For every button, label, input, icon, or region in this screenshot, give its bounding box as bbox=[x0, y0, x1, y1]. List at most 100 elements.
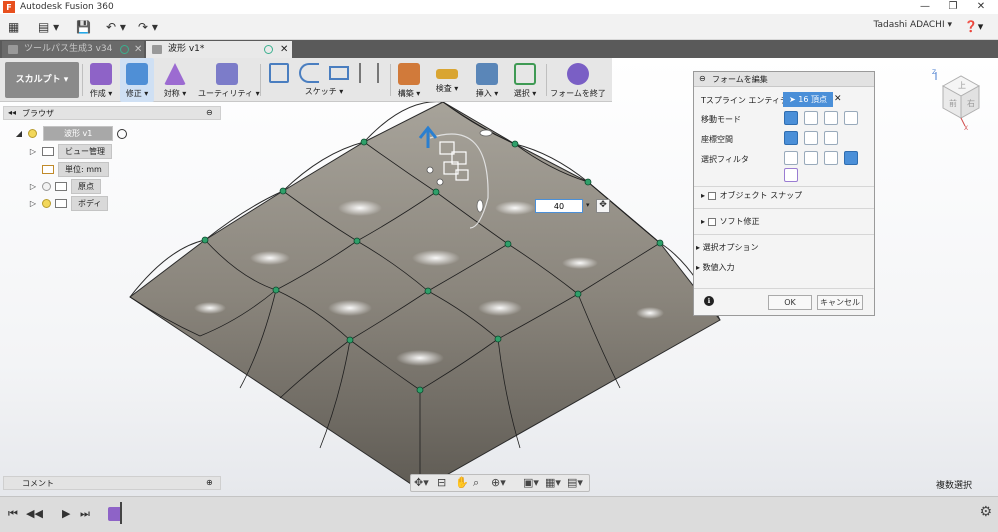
select-menu[interactable]: 選択 ▾ bbox=[508, 58, 542, 102]
file-menu-button[interactable]: ▤ ▾ bbox=[38, 18, 59, 36]
add-comment-icon[interactable]: ⊕ bbox=[206, 478, 213, 487]
visibility-bulb-icon[interactable] bbox=[28, 129, 37, 138]
collapse-triangle-icon[interactable]: ◢ bbox=[14, 129, 24, 138]
look-at-icon[interactable]: ⊟ bbox=[437, 476, 446, 489]
body-filter-icon[interactable] bbox=[784, 168, 798, 182]
expand-triangle-icon[interactable]: ▷ bbox=[28, 147, 38, 156]
insert-menu[interactable]: 挿入 ▾ bbox=[470, 58, 504, 102]
browser-panel-header[interactable]: ◂◂ ブラウザ ⊖ bbox=[3, 106, 221, 120]
save-icon[interactable]: 💾 bbox=[76, 18, 91, 36]
view-space-icon[interactable] bbox=[804, 131, 818, 145]
minimize-button[interactable]: — bbox=[910, 0, 940, 14]
construct-menu[interactable]: 構築 ▾ bbox=[392, 58, 426, 102]
move-mode-icon[interactable]: ✥ bbox=[596, 199, 610, 213]
ok-button[interactable]: OK bbox=[768, 295, 812, 310]
soft-modify-checkbox[interactable] bbox=[707, 217, 716, 226]
rectangle-icon[interactable] bbox=[329, 66, 349, 80]
minimize-browser-icon[interactable]: ⊖ bbox=[206, 108, 213, 117]
viewcube-top-label: 上 bbox=[958, 81, 966, 90]
tspline-selection-button[interactable]: ➤ 16 頂点 bbox=[783, 92, 833, 107]
multi-select-status: 複数選択 bbox=[935, 481, 972, 491]
edge-filter-icon[interactable] bbox=[804, 151, 818, 165]
translate-icon[interactable] bbox=[804, 111, 818, 125]
face-filter-icon[interactable] bbox=[824, 151, 838, 165]
surface-body[interactable] bbox=[129, 101, 721, 491]
multi-move-icon[interactable] bbox=[784, 111, 798, 125]
divider bbox=[694, 186, 874, 187]
clear-selection-button[interactable]: ✕ bbox=[834, 94, 842, 104]
arc-icon[interactable] bbox=[299, 63, 319, 83]
display-settings-icon[interactable]: ▣▾ bbox=[523, 476, 539, 489]
dialog-collapse-icon[interactable]: ⊖ bbox=[699, 74, 706, 83]
user-account-menu[interactable]: Tadashi ADACHI ▾ bbox=[873, 20, 952, 30]
browser-item-origin[interactable]: ▷ 原点 bbox=[28, 179, 101, 194]
timeline-marker[interactable] bbox=[120, 502, 122, 524]
restore-button[interactable]: ❐ bbox=[938, 0, 968, 14]
visibility-bulb-icon[interactable] bbox=[42, 199, 51, 208]
object-snap-checkbox[interactable] bbox=[707, 191, 716, 200]
create-menu[interactable]: 作成 ▾ bbox=[84, 58, 118, 102]
browser-item-units[interactable]: 単位: mm bbox=[38, 162, 109, 177]
create-sketch-icon[interactable] bbox=[269, 63, 289, 83]
grid-settings-icon[interactable]: ▦▾ bbox=[545, 476, 561, 489]
inspect-menu[interactable]: 検査 ▾ bbox=[430, 58, 464, 102]
expand-triangle-icon[interactable]: ▷ bbox=[28, 199, 38, 208]
help-button[interactable]: ❓▾ bbox=[964, 18, 990, 36]
viewcube[interactable]: 前 右 上 Z X bbox=[928, 68, 988, 132]
fit-icon[interactable]: ⊕▾ bbox=[491, 476, 506, 489]
modify-menu[interactable]: 修正 ▾ bbox=[120, 58, 154, 102]
local-space-icon[interactable] bbox=[824, 131, 838, 145]
undo-button[interactable]: ↶ ▾ bbox=[106, 18, 126, 36]
world-space-icon[interactable] bbox=[784, 131, 798, 145]
visibility-bulb-icon[interactable] bbox=[42, 182, 51, 191]
play-icon[interactable]: ▶ bbox=[62, 507, 70, 520]
selection-options-toggle[interactable]: ▸ 選択オプション bbox=[696, 242, 759, 253]
collapse-browser-icon[interactable]: ◂◂ bbox=[8, 108, 16, 117]
close-window-button[interactable]: ✕ bbox=[966, 0, 996, 14]
go-to-end-icon[interactable]: ⏭ bbox=[80, 507, 90, 521]
data-panel-grid-icon[interactable]: ▦ bbox=[8, 18, 19, 36]
browser-root[interactable]: ◢ 波形 v1 bbox=[14, 126, 128, 141]
dimension-icon[interactable] bbox=[359, 63, 379, 83]
browser-item-views[interactable]: ▷ ビュー管理 bbox=[28, 144, 112, 159]
viewports-icon[interactable]: ▤▾ bbox=[567, 476, 583, 489]
close-tab-button[interactable]: ✕ bbox=[134, 41, 142, 58]
go-to-start-icon[interactable]: ⏮ bbox=[8, 507, 18, 521]
folder-icon bbox=[42, 147, 54, 156]
close-tab-button[interactable]: ✕ bbox=[280, 41, 288, 58]
rotate-icon[interactable] bbox=[824, 111, 838, 125]
input-dropdown-icon[interactable]: ▾ bbox=[586, 201, 590, 209]
comments-panel[interactable]: コメント ⊕ bbox=[3, 476, 221, 490]
step-back-icon[interactable]: ◀◀ bbox=[26, 507, 43, 520]
pan-icon[interactable]: ✋ bbox=[455, 476, 469, 489]
activate-radio-icon[interactable] bbox=[117, 128, 128, 139]
expand-triangle-icon[interactable]: ▷ bbox=[28, 182, 38, 191]
finish-form-button[interactable]: フォームを終了 bbox=[548, 58, 608, 102]
soft-modify-toggle[interactable]: ▸ ソフト修正 bbox=[701, 216, 760, 227]
app-title: Autodesk Fusion 360 bbox=[20, 2, 114, 12]
sketch-menu[interactable]: スケッチ ▾ bbox=[262, 58, 386, 102]
utility-menu[interactable]: ユーティリティ ▾ bbox=[198, 58, 260, 102]
comments-title: コメント bbox=[22, 479, 54, 488]
vertex-filter-icon[interactable] bbox=[784, 151, 798, 165]
zoom-icon[interactable]: ⌕ bbox=[473, 476, 479, 490]
settings-gear-icon[interactable]: ⚙ bbox=[979, 504, 992, 520]
symmetry-menu[interactable]: 対称 ▾ bbox=[158, 58, 192, 102]
object-snap-toggle[interactable]: ▸ オブジェクト スナップ bbox=[701, 190, 802, 201]
workspace-switcher[interactable]: スカルプト ▾ bbox=[5, 62, 79, 98]
info-icon[interactable]: ℹ bbox=[704, 296, 714, 306]
scale-icon[interactable] bbox=[844, 111, 858, 125]
tab-toolpath[interactable]: ツールパス生成3 v34 ✕ bbox=[2, 41, 144, 58]
browser-item-bodies[interactable]: ▷ ボディ bbox=[28, 196, 109, 211]
distance-input[interactable] bbox=[535, 199, 583, 213]
numeric-input-toggle[interactable]: ▸ 数値入力 bbox=[696, 262, 735, 273]
root-component-label[interactable]: 波形 v1 bbox=[43, 126, 114, 141]
quick-access-bar: ▦ ▤ ▾ 💾 ↶ ▾ ↷ ▾ Tadashi ADACHI ▾ ❓▾ bbox=[0, 14, 998, 40]
redo-button[interactable]: ↷ ▾ bbox=[138, 18, 158, 36]
x-axis-label: X bbox=[964, 125, 968, 130]
dialog-header[interactable]: ⊖ フォームを編集 bbox=[694, 72, 874, 87]
all-filter-icon[interactable] bbox=[844, 151, 858, 165]
orbit-icon[interactable]: ✥▾ bbox=[414, 476, 429, 489]
tab-wave[interactable]: 波形 v1* ✕ bbox=[146, 41, 292, 58]
cancel-button[interactable]: キャンセル bbox=[817, 295, 863, 310]
